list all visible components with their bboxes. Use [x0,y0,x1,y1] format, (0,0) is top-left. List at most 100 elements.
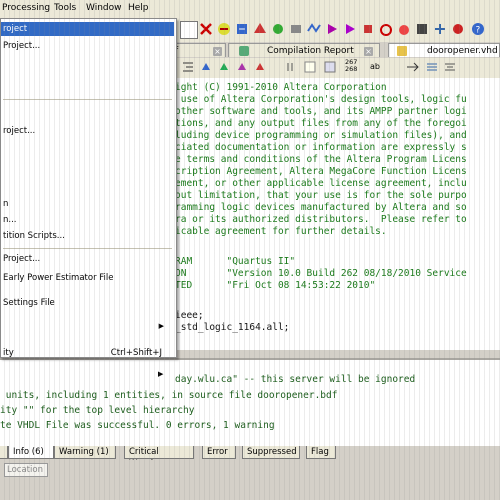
message-line: units, including 1 entities, in source f… [0,390,338,401]
tab-compilation-report[interactable]: Compilation Report × [228,43,380,57]
tab-previous-file[interactable]: f × [170,43,226,57]
tab-warning[interactable]: Warning (1) [54,446,116,459]
bookmark-prev-icon[interactable] [235,60,249,74]
indent-icon[interactable] [181,60,195,74]
fitter-icon[interactable] [270,21,286,37]
chip-icon[interactable] [414,21,430,37]
bookmark-clear-icon[interactable] [253,60,267,74]
delete-icon[interactable] [198,21,214,37]
message-pane[interactable]: day.wlu.ca" -- this server will be ignor… [0,358,500,448]
tab-label: Compilation Report [267,46,354,56]
arrow-right-icon[interactable] [405,60,421,74]
menu-item-label: Settings File [3,298,55,308]
message-line: te VHDL File was successful. 0 errors, 1… [0,420,275,431]
menu-item-project[interactable]: roject [1,22,174,36]
tab-error[interactable]: Error [202,446,236,459]
code-editor[interactable]: ight (C) 1991-2010 Altera Corporation us… [175,78,500,350]
bit-label-bottom: 268 [345,65,358,73]
case-toggle-button[interactable]: ab [370,62,380,71]
compile-icon[interactable] [216,21,232,37]
menu-item-save-project[interactable]: roject... [1,124,174,138]
menu-item-n[interactable]: n [1,197,174,211]
location-bar: Location [0,460,500,500]
line-number-toggle[interactable]: 267 268 [345,59,357,73]
menu-item-submenu-1[interactable]: ▶ [1,319,174,333]
menu-item-partition-scripts[interactable]: tition Scripts... [1,229,174,243]
help-icon[interactable]: ? [470,21,486,37]
assembler-icon[interactable] [288,21,304,37]
comment-line: cription Agreement, Altera MegaCore Func… [175,166,467,177]
stop-icon[interactable] [360,21,376,37]
menu-item-label: Project... [3,254,41,264]
bookmark-next-icon[interactable] [217,60,231,74]
tab-system[interactable] [0,446,8,459]
editor-toolbar: 267 268 ab [175,58,500,79]
comment-line: out limitation, that your use is for the… [175,190,467,201]
netlist-icon[interactable] [432,21,448,37]
insert-file-icon[interactable] [323,60,337,74]
code-line: ieee; [175,310,204,321]
project-dropdown-arrow-icon[interactable] [180,21,198,39]
menu-item-label: roject [3,24,28,34]
close-icon[interactable]: × [213,47,222,56]
attach-icon[interactable] [283,60,297,74]
menu-item-label: Project... [3,41,41,51]
analysis-icon[interactable] [234,21,250,37]
submenu-arrow-icon: ▶ [158,322,164,330]
menu-item-label: Early Power Estimator File [3,273,114,283]
menu-item-n-ellipsis[interactable]: n... [1,213,174,227]
comment-line: ement, or other applicable license agree… [175,178,467,189]
submenu-arrow-icon: ▶ [158,370,164,378]
menu-item-settings-file[interactable]: Settings File [1,296,174,310]
align-icon[interactable] [425,60,439,74]
tab-dooropener-vhd[interactable]: dooropener.vhd [388,43,500,57]
message-line: ity "" for the top level hierarchy [0,405,195,416]
svg-text:?: ? [476,26,481,36]
bookmark-toggle-icon[interactable] [199,60,213,74]
timing-icon[interactable] [306,21,322,37]
menu-separator [3,248,172,249]
menu-item-label: roject... [3,126,36,136]
message-line: day.wlu.ca" -- this server will be ignor… [175,374,416,385]
comment-line: luding device programming or simulation … [175,130,467,141]
comment-line: use of Altera Corporation's design tools… [175,94,467,105]
programmer-icon[interactable] [450,21,466,37]
menu-help[interactable]: Help [128,3,149,13]
menu-item-label: tition Scripts... [3,231,65,241]
comment-line: icable agreement for further details. [175,226,387,237]
tab-info[interactable]: Info (6) [8,446,54,459]
menu-item-label: n... [3,215,17,225]
comment-line: ramming logic devices manufactured by Al… [175,202,467,213]
menu-processing[interactable]: Processing [2,3,50,13]
menu-item-archive-project[interactable]: Project... [1,252,174,266]
simulate-icon[interactable] [324,21,340,37]
stopwatch-icon[interactable] [378,21,394,37]
tab-critical-warning[interactable]: Critical Warning [124,446,194,469]
synthesis-icon[interactable] [252,21,268,37]
menu-item-open-project[interactable]: Project... [1,39,174,53]
menu-item-early-power-estimator[interactable]: Early Power Estimator File [1,271,174,285]
play-icon[interactable] [342,21,358,37]
comment-line: ciated documentation or information are … [175,142,467,153]
tab-suppressed[interactable]: Suppressed [242,446,300,459]
message-tabs: Info (6) Warning (1) Critical Warning Er… [0,446,500,469]
comment-line: e terms and conditions of the Altera Pro… [175,154,467,165]
menu-shortcut: Ctrl+Shift+J [110,348,162,358]
menu-window[interactable]: Window [86,3,122,13]
tab-label: dooropener.vhd [427,46,498,56]
menu-item-label: n [3,199,9,209]
menu-item-activity[interactable]: ity Ctrl+Shift+J [1,346,174,360]
code-line: _std_logic_1164.all; [175,322,290,333]
comment-line: other software and tools, and its AMPP p… [175,106,467,117]
insert-template-icon[interactable] [303,60,317,74]
meta-line: TED "Fri Oct 08 14:53:22 2010" [175,280,376,291]
location-field[interactable]: Location [4,463,48,477]
timer-icon[interactable] [396,21,412,37]
report-icon [239,46,249,56]
tab-flag[interactable]: Flag [306,446,336,459]
menu-item-label: ity [3,348,14,358]
format-icon[interactable] [443,60,457,74]
menu-tools[interactable]: Tools [54,3,76,13]
close-icon[interactable]: × [364,47,373,56]
file-menu-dropdown: roject Project... roject... n n... titio… [0,18,177,358]
